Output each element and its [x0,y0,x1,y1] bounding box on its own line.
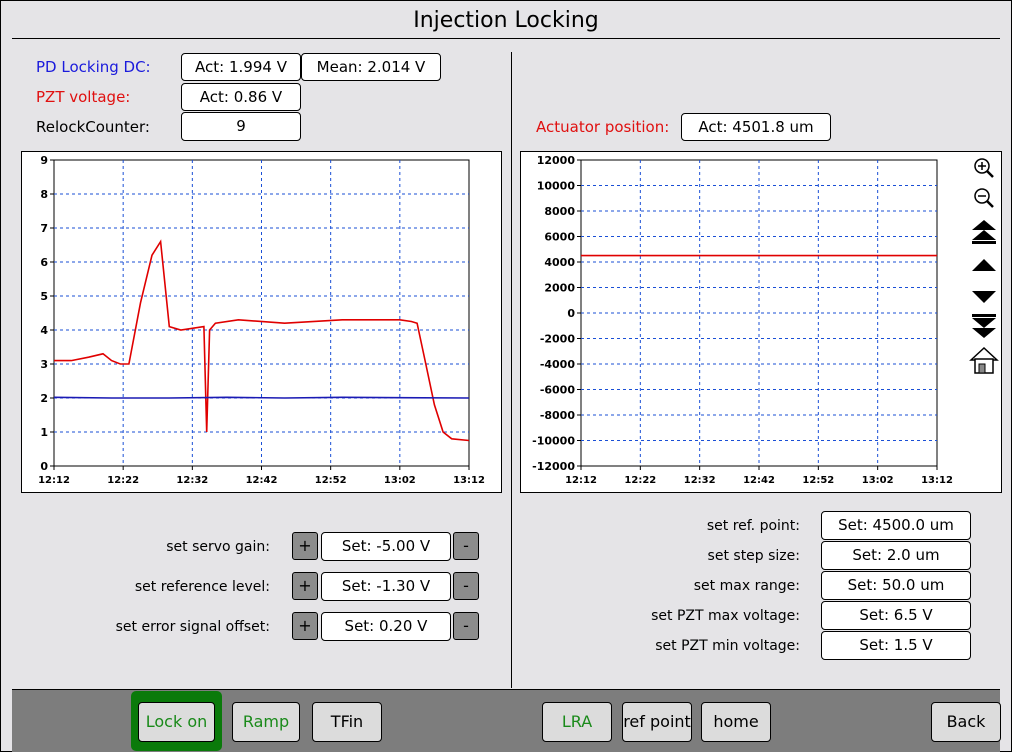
right-x-tick-label: 12:52 [802,475,834,486]
lock-on-button[interactable]: Lock on [138,702,215,742]
control-label: set servo gain: [166,539,270,555]
title-divider [12,38,1000,39]
left-y-tick-label: 7 [40,222,48,235]
pd-locking-dc-label: PD Locking DC: [36,58,151,76]
setpoint-field[interactable]: Set: 0.20 V [321,612,451,641]
right-y-tick-label: 10000 [537,180,576,193]
left-x-tick-label: 12:12 [38,475,70,486]
left-y-tick-label: 6 [40,256,48,269]
pzt-voltage-label: PZT voltage: [36,88,131,106]
decrement-button[interactable]: - [453,532,479,560]
panel-divider [511,52,512,688]
up-icon[interactable] [969,253,999,279]
setpoint-field[interactable]: Set: -5.00 V [321,532,451,561]
left-y-tick-label: 5 [40,290,48,303]
fast-down-icon[interactable] [969,312,999,338]
right-x-tick-label: 12:32 [684,475,716,486]
down-icon[interactable] [969,283,999,309]
left-y-tick-label: 8 [40,188,48,201]
right-y-tick-label: -2000 [540,333,576,346]
setting-label: set max range: [693,578,800,594]
right-y-tick-label: -6000 [540,384,576,397]
left-x-tick-label: 13:12 [453,475,485,486]
actuator-position-chart: -12000 -10000 -8000 -6000 -4000 -2000 0 2000 400… [520,151,1002,493]
lra-button[interactable]: LRA [542,702,612,742]
left-x-tick-label: 12:32 [176,475,208,486]
left-y-tick-label: 1 [40,426,48,439]
left-y-tick-label: 2 [40,392,48,405]
right-y-tick-label: -10000 [532,435,575,448]
left-y-tick-label: 0 [40,460,48,473]
zoom-in-icon[interactable] [969,155,999,181]
left-x-tick-label: 12:52 [315,475,347,486]
setpoint-field[interactable]: Set: -1.30 V [321,572,451,601]
relock-counter-label: RelockCounter: [36,118,150,136]
setting-label: set ref. point: [706,518,800,534]
pd-locking-dc-mean: Mean: 2.014 V [301,53,441,81]
setting-field[interactable]: Set: 2.0 um [821,541,971,570]
increment-button[interactable]: + [292,612,318,640]
ref-point-button[interactable]: ref point [622,702,692,742]
tfin-button[interactable]: TFin [312,702,382,742]
setting-field[interactable]: Set: 4500.0 um [821,511,971,540]
page-title: Injection Locking [413,8,599,33]
right-y-tick-label: 4000 [544,256,575,269]
zoom-out-icon[interactable] [969,185,999,211]
relock-counter-value: 9 [181,112,301,141]
increment-button[interactable]: + [292,532,318,560]
setting-field[interactable]: Set: 50.0 um [821,571,971,600]
left-y-tick-label: 3 [40,358,48,371]
actuator-position-label: Actuator position: [536,118,670,136]
ramp-button[interactable]: Ramp [232,702,300,742]
right-y-tick-label: 6000 [544,231,575,244]
right-y-tick-label: 2000 [544,282,575,295]
left-y-tick-label: 4 [40,324,48,337]
right-x-tick-label: 12:22 [624,475,656,486]
right-x-tick-label: 12:12 [565,475,597,486]
right-y-tick-label: -12000 [532,460,575,473]
back-button[interactable]: Back [931,702,1001,742]
right-x-tick-label: 13:12 [921,475,953,486]
right-y-tick-label: -8000 [540,409,576,422]
left-x-tick-label: 13:02 [384,475,416,486]
pd-locking-dc-act: Act: 1.994 V [181,53,301,81]
actuator-position-act: Act: 4501.8 um [681,113,831,141]
locking-signal-chart-svg: 0 1 2 3 4 5 6 7 8 9 12:12 12:22 12:32 12:42 12:52 13:02… [38,154,485,486]
right-y-tick-label: 12000 [537,154,576,167]
setting-label: set PZT max voltage: [651,608,800,624]
left-x-tick-label: 12:22 [107,475,139,486]
control-label: set reference level: [134,579,270,595]
left-series-line-1 [53,396,470,399]
setting-field[interactable]: Set: 6.5 V [821,601,971,630]
actuator-position-chart-svg: -12000 -10000 -8000 -6000 -4000 -2000 0 2000 400… [532,154,953,486]
right-y-tick-label: 8000 [544,205,575,218]
decrement-button[interactable]: - [453,572,479,600]
setting-field[interactable]: Set: 1.5 V [821,631,971,660]
decrement-button[interactable]: - [453,612,479,640]
left-x-tick-label: 12:42 [246,475,278,486]
fast-up-icon[interactable] [969,218,999,244]
setting-label: set PZT min voltage: [655,638,800,654]
pzt-voltage-act: Act: 0.86 V [181,83,301,111]
home-button[interactable]: home [701,702,771,742]
setting-label: set step size: [707,548,800,564]
right-y-tick-label: 0 [567,307,575,320]
control-label: set error signal offset: [115,619,270,635]
increment-button[interactable]: + [292,572,318,600]
right-x-tick-label: 12:42 [743,475,775,486]
left-y-tick-label: 9 [40,154,48,167]
locking-signal-chart: 0 1 2 3 4 5 6 7 8 9 12:12 12:22 12:32 12:42 12:52 13:02… [21,151,502,493]
right-y-tick-label: -4000 [540,358,576,371]
right-x-tick-label: 13:02 [862,475,894,486]
home-icon[interactable] [969,345,999,374]
